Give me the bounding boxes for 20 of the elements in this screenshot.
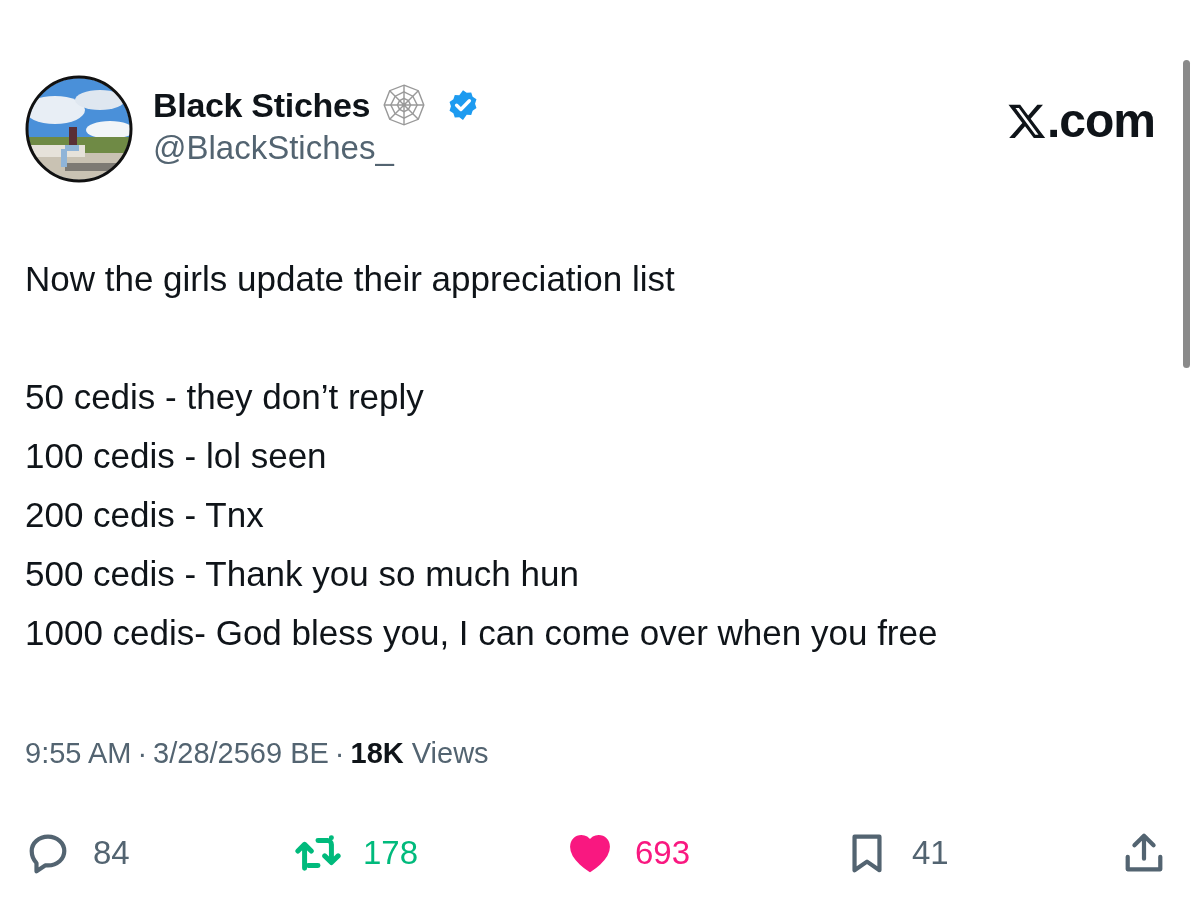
bookmark-count: 41: [912, 834, 949, 872]
post-text-line: Now the girls update their appreciation list: [25, 258, 676, 300]
like-count: 693: [635, 834, 691, 872]
spider-web-icon: [382, 83, 427, 127]
post-text-line: 50 cedis - they don’t reply: [25, 376, 425, 418]
post-text-line: 200 cedis - Tnx: [25, 494, 265, 536]
separator-dot: ·: [137, 737, 148, 770]
separator-dot: ·: [334, 737, 345, 770]
author-handle[interactable]: @BlackStiches_: [153, 129, 481, 167]
post-text-line: 100 cedis - lol seen: [25, 435, 328, 477]
author-name[interactable]: Black Stiches: [153, 85, 371, 125]
repost-count: 178: [363, 834, 419, 872]
post-text-line: 500 cedis - Thank you so much hun: [25, 553, 580, 595]
post-time: 9:55 AM: [25, 737, 132, 770]
reply-count: 84: [93, 834, 130, 872]
post-text-line: 1000 cedis- God bless you, I can come over when you free: [25, 612, 939, 654]
site-label: .com: [1046, 93, 1155, 148]
post-date: 3/28/2569 BE: [153, 737, 329, 770]
scrollbar[interactable]: [1183, 60, 1190, 368]
view-count: 18K Views: [350, 737, 489, 770]
